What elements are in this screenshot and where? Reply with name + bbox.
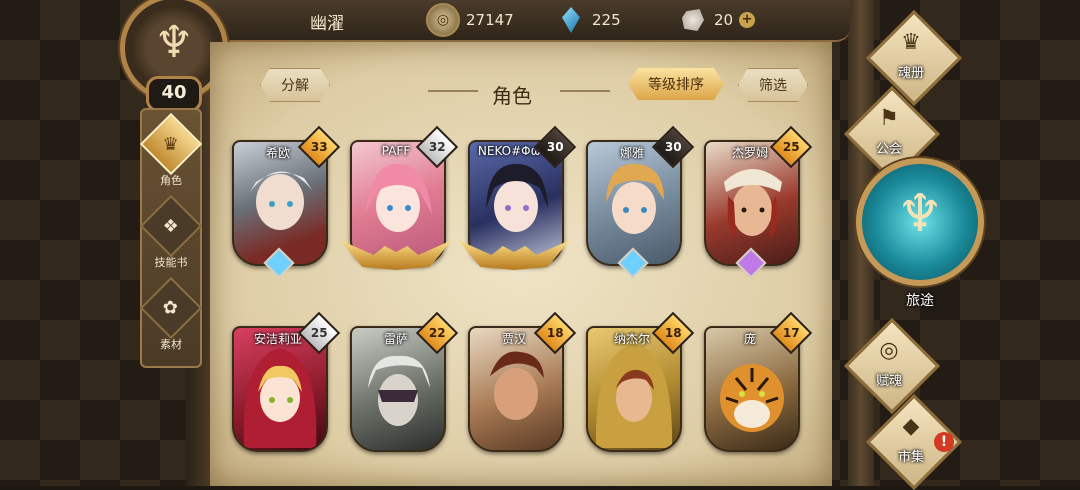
journey-button[interactable]: ♆ 旅途 [856,158,984,312]
journey-label: 旅途 [906,293,934,309]
filter-button[interactable]: 筛选 [738,68,808,102]
title-ornament-right [560,90,610,92]
market-button[interactable]: ◆ 市集 ! [865,393,963,490]
sort-by-level-button[interactable]: 等级排序 [628,68,724,100]
page-title: 角色 [492,84,532,108]
side-tab-column: ♛ 角色 ❖ 技能书 ✿ 素材 [139,108,203,368]
skill-book-icon: ❖ [162,215,180,237]
tab-characters[interactable]: ♛ 角色 [139,112,203,190]
tab-skill-books[interactable]: ❖ 技能书 [139,194,203,272]
character-card[interactable]: 杰罗姆 25 [704,125,813,279]
title-ornament-left [428,90,478,92]
guild-flag-icon: ⚑ [879,106,899,131]
character-card[interactable]: 贾汉 18 [468,311,577,460]
soul-book-button[interactable]: ♛ 魂册 [865,9,963,107]
character-card[interactable]: 雷萨 22 [350,311,459,460]
add-stone-button[interactable]: + [739,12,756,28]
stone-value: 20 [714,11,734,29]
decompose-button[interactable]: 分解 [260,68,330,102]
endow-soul-label: 赋魂 [875,374,902,389]
crystal-value: 225 [592,11,621,29]
journey-emblem-icon: ♆ [896,184,944,244]
player-name[interactable]: 幽濯 [310,9,344,34]
stone-icon [678,5,708,35]
soul-book-icon: ♛ [901,30,921,55]
gold-counter: ◎ 27147 [426,3,514,37]
character-card[interactable]: 希欧 33 [232,125,341,279]
character-card[interactable]: NEKO#ΦωΦ 30 [458,125,577,274]
alert-icon: ! [934,432,954,452]
character-card[interactable]: PAFF 32 [340,125,459,274]
character-card[interactable]: 安洁莉亚 25 [232,311,341,460]
soul-swirl-icon: ◎ [879,338,899,363]
player-level: 40 [146,76,202,112]
crystal-icon [556,5,586,35]
character-card[interactable]: 庞 17 [704,311,813,460]
stone-counter: 20 + [678,5,756,35]
soul-book-label: 魂册 [897,66,924,81]
character-card[interactable]: 纳杰尔 18 [586,311,695,460]
gold-coin-icon: ◎ [426,3,460,37]
character-card[interactable]: 娜雅 30 [586,125,695,279]
material-icon: ✿ [163,297,179,319]
guild-label: 公会 [875,142,902,157]
helmet-icon: ♛ [162,133,180,155]
gold-value: 27147 [466,11,514,29]
crown-emblem-icon: ♆ [154,17,194,68]
tab-materials[interactable]: ✿ 素材 [139,276,203,354]
endow-soul-button[interactable]: ◎ 赋魂 [843,317,941,415]
crystal-counter: 225 [556,5,621,35]
top-bar: 幽濯 ◎ 27147 225 20 + [200,0,850,42]
